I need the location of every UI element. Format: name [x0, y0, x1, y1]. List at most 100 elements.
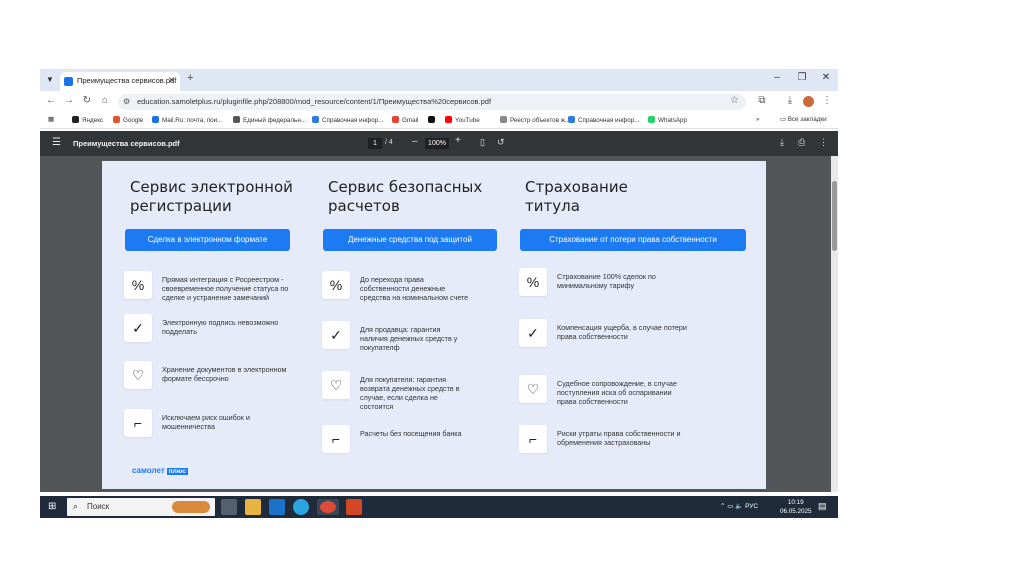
bookmark-item[interactable]: Единый федеральн...: [233, 116, 306, 124]
bookmark-item[interactable]: Mail.Ru: почта, пои...: [152, 116, 222, 124]
windows-taskbar: ⊞ ⌕ Поиск ⌃ ▭ 🔈 РУС 10:19 06.05.2025 ▤: [40, 496, 838, 518]
rotate-icon[interactable]: ↺: [497, 137, 505, 148]
bookmark-item[interactable]: Реестр объектов ж...: [500, 116, 570, 124]
bookmark-item[interactable]: Справочная инфор...: [568, 116, 639, 124]
windows-start-icon[interactable]: ⊞: [48, 501, 60, 513]
bookmark-item[interactable]: WhatsApp: [648, 116, 687, 124]
outlook-icon[interactable]: [269, 499, 285, 515]
pdf-more-icon[interactable]: ⋮: [819, 137, 828, 148]
scroll-thumb[interactable]: [832, 181, 837, 251]
feature-text: Риски утраты права собственности и обрем…: [557, 429, 681, 447]
feature-text: Компенсация ущерба, в случае потери прав…: [557, 323, 687, 341]
pdf-sidebar-menu-icon[interactable]: ☰: [52, 137, 61, 148]
check-icon: ✓: [124, 314, 152, 342]
stairs-icon: ⌐: [519, 425, 547, 453]
feature-text: Электронную подпись невозможно подделать: [162, 318, 279, 336]
browser-menu-icon[interactable]: ⋮: [821, 95, 833, 106]
bookmarks-overflow-icon[interactable]: »: [756, 116, 760, 123]
chrome-taskbar-icon[interactable]: [317, 499, 339, 515]
close-window-icon[interactable]: ✕: [819, 72, 833, 83]
extensions-icon[interactable]: ⧉: [756, 95, 768, 106]
file-explorer-icon[interactable]: [245, 499, 261, 515]
powerpoint-icon[interactable]: [346, 499, 362, 515]
back-icon[interactable]: ←: [45, 95, 57, 106]
pdf-scrollbar[interactable]: [831, 156, 838, 492]
new-tab-icon[interactable]: +: [187, 72, 193, 84]
bookmark-item[interactable]: [428, 116, 438, 124]
heart-icon: ♡: [322, 371, 350, 399]
zoom-level-input[interactable]: 100%: [425, 138, 449, 149]
system-tray[interactable]: ⌃ ▭ 🔈 РУС: [720, 502, 758, 510]
bookmark-item[interactable]: Яндекс: [72, 116, 103, 124]
column-tagline-button: Страхование от потери права собственност…: [520, 229, 746, 251]
feature-text: До перехода права собственности денежные…: [360, 275, 469, 302]
profile-avatar[interactable]: [803, 96, 814, 107]
brand-name: самолет: [132, 466, 165, 475]
task-view-icon[interactable]: [221, 499, 237, 515]
restore-icon[interactable]: ❐: [795, 72, 809, 83]
taskbar-search[interactable]: ⌕ Поиск: [67, 498, 215, 516]
bookmark-item[interactable]: Gmail: [392, 116, 418, 124]
percent-icon: %: [124, 271, 152, 299]
bookmark-label: Google: [123, 117, 144, 124]
bookmark-item[interactable]: Google: [113, 116, 143, 124]
fit-page-icon[interactable]: ▯: [480, 137, 485, 148]
column-title-line: Сервис электронной: [130, 178, 293, 196]
tab-title: Преимущества сервисов.pdf: [77, 76, 177, 85]
zoom-in-icon[interactable]: +: [455, 135, 461, 146]
print-icon[interactable]: ⎙: [798, 137, 805, 148]
tab-search-icon[interactable]: ▼: [43, 73, 57, 87]
address-bar[interactable]: ⚙ education.samoletplus.ru/pluginfile.ph…: [118, 94, 746, 110]
apps-grid-icon[interactable]: ▦: [48, 116, 54, 123]
bookmark-label: Реестр объектов ж...: [510, 117, 571, 124]
feature-text: Исключаем риск ошибок и мошенничества: [162, 413, 250, 431]
feature-text: Судебное сопровождение, в случае поступл…: [557, 379, 677, 406]
tab-active[interactable]: Преимущества сервисов.pdf ✕: [60, 72, 180, 91]
minimize-icon[interactable]: –: [770, 72, 784, 83]
bookmark-label: Справочная инфор...: [578, 117, 640, 124]
column-tagline-button: Сделка в электронном формате: [125, 229, 290, 251]
clock[interactable]: 10:19 06.05.2025: [780, 498, 812, 516]
zoom-out-icon[interactable]: –: [412, 136, 418, 147]
all-bookmarks[interactable]: ▭ Все закладки: [780, 116, 827, 123]
bookmark-label: YouTube: [455, 117, 480, 124]
screenshot-frame: ▼ Преимущества сервисов.pdf ✕ + – ❐ ✕ ← …: [40, 69, 838, 518]
feature-text: Прямая интеграция с Росреестром - своевр…: [162, 275, 289, 302]
page-total: / 4: [385, 139, 393, 146]
reload-icon[interactable]: ↻: [81, 95, 93, 106]
url-text[interactable]: education.samoletplus.ru/pluginfile.php/…: [137, 97, 491, 106]
download-icon[interactable]: ⤓: [784, 95, 796, 106]
tab-strip: ▼ Преимущества сервисов.pdf ✕ + – ❐ ✕: [40, 69, 838, 91]
bookmarks-bar: ▦ Яндекс Google Mail.Ru: почта, пои... Един…: [40, 113, 838, 129]
page-number-input[interactable]: 1: [368, 138, 382, 149]
bookmark-favicon-icon: [568, 116, 575, 123]
bookmark-favicon-icon: [445, 116, 452, 123]
forward-icon[interactable]: →: [63, 95, 75, 106]
column-title-line: Сервис безопасных: [328, 178, 483, 196]
column-title-line: Страхование: [525, 178, 628, 196]
bookmark-favicon-icon: [113, 116, 120, 123]
pdf-download-icon[interactable]: ⤓: [780, 137, 784, 148]
all-bookmarks-label: Все закладки: [787, 116, 827, 123]
column-title: Сервис электронной регистрации: [130, 178, 293, 216]
column-title-line: регистрации: [130, 197, 232, 215]
pdf-page: Сервис электронной регистрации Сделка в эл…: [102, 161, 766, 489]
language-indicator[interactable]: РУС: [745, 503, 758, 510]
home-icon[interactable]: ⌂: [99, 95, 111, 106]
bookmark-label: Яндекс: [82, 117, 104, 124]
site-info-icon[interactable]: ⚙: [123, 97, 130, 106]
column-title-line: расчетов: [328, 197, 400, 215]
feature-text: Расчеты без посещения банка: [360, 429, 462, 438]
bookmark-item[interactable]: YouTube: [445, 116, 480, 124]
bookmark-favicon-icon: [72, 116, 79, 123]
telegram-icon[interactable]: [293, 499, 309, 515]
bookmark-favicon-icon: [392, 116, 399, 123]
chrome-logo-icon: [320, 501, 336, 513]
brand-plus: плюс: [166, 468, 188, 475]
bookmark-item[interactable]: Справочная инфор...: [312, 116, 383, 124]
tab-close-icon[interactable]: ✕: [168, 75, 176, 86]
notifications-icon[interactable]: ▤: [818, 501, 827, 512]
pdf-toolbar: ☰ Преимущества сервисов.pdf 1 / 4 – 100%…: [40, 131, 838, 156]
bookmark-star-icon[interactable]: ☆: [730, 95, 739, 106]
bookmark-label: Mail.Ru: почта, пои...: [162, 117, 223, 124]
